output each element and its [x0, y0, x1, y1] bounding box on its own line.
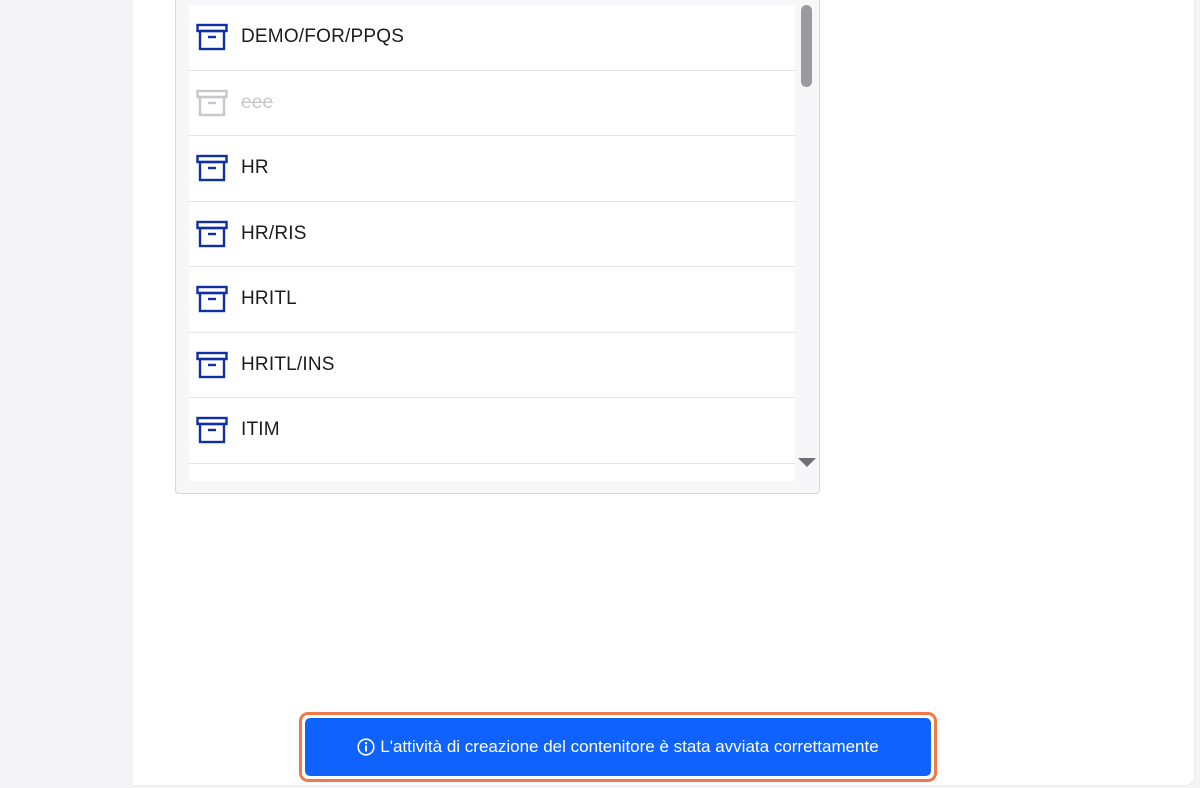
scroll-down-arrow-icon[interactable]	[798, 458, 816, 467]
archive-box-icon	[196, 23, 228, 51]
list-item-demo-for-ppqs[interactable]: DEMO/FOR/PPQS	[189, 5, 795, 71]
list-item-label: HRITL/INS	[241, 353, 335, 375]
toast-body: L'attività di creazione del contenitore …	[305, 718, 931, 776]
list-item-hritl-ins[interactable]: HRITL/INS	[189, 333, 795, 398]
notification-toast: L'attività di creazione del contenitore …	[299, 712, 937, 782]
container-listbox[interactable]: DEMO/FOR/PPQS eee HR HR/RIS HRITL HRITL/…	[175, 0, 820, 494]
archive-box-icon	[196, 285, 228, 313]
list-item-label: HR/RIS	[241, 222, 307, 244]
list-item-label: DEMO/FOR/PPQS	[241, 26, 405, 48]
archive-box-icon	[196, 416, 228, 444]
list-item-itim[interactable]: ITIM	[189, 398, 795, 464]
toast-message: L'attività di creazione del contenitore …	[380, 737, 879, 756]
info-icon	[357, 738, 375, 756]
list-item-label: eee	[241, 91, 274, 113]
list-item-hritl[interactable]: HRITL	[189, 267, 795, 333]
list-scrollbar[interactable]	[796, 5, 818, 481]
archive-box-icon	[196, 154, 228, 182]
list-item-eee: eee	[189, 71, 795, 136]
archive-box-icon	[196, 89, 228, 117]
list-item-label: HRITL	[241, 288, 297, 310]
list-item-label: HR	[241, 157, 269, 179]
list-item-hr-ris[interactable]: HR/RIS	[189, 202, 795, 267]
container-list: DEMO/FOR/PPQS eee HR HR/RIS HRITL HRITL/…	[189, 5, 795, 481]
list-item-label: ITIM	[241, 419, 280, 441]
scrollbar-thumb[interactable]	[801, 5, 812, 87]
archive-box-icon	[196, 220, 228, 248]
list-item-hr[interactable]: HR	[189, 136, 795, 202]
archive-box-icon	[196, 351, 228, 379]
